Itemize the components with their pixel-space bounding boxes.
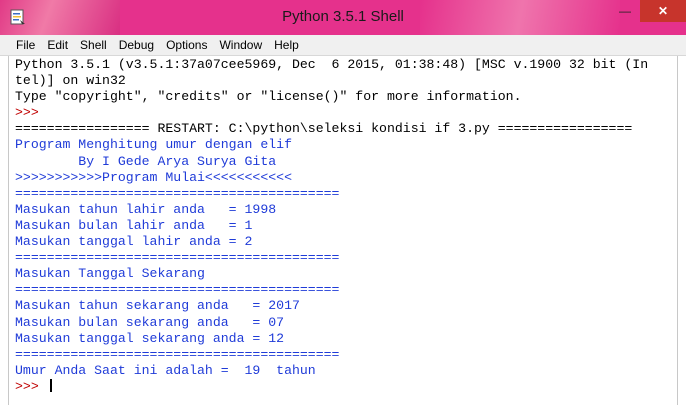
shell-line-text: Masukan Tanggal Sekarang [15, 266, 205, 282]
shell-line-text: Masukan bulan lahir anda = 1 [15, 217, 253, 233]
shell-line: >>>>>>>>>>>Program Mulai<<<<<<<<<<< [15, 170, 648, 186]
shell-line-text: Masukan tahun lahir anda = 1998 [15, 201, 277, 217]
shell-line-text: Masukan tanggal lahir anda = 2 [15, 234, 253, 250]
menu-edit[interactable]: Edit [41, 35, 74, 55]
shell-line: Masukan bulan lahir anda = 1 [15, 218, 648, 234]
shell-line-text: Umur Anda Saat ini adalah = 19 tahun [15, 362, 316, 378]
shell-line: By I Gede Arya Surya Gita [15, 154, 648, 170]
shell-line: Masukan tahun sekarang anda = 2017 [15, 298, 648, 314]
shell-line: Masukan tanggal sekarang anda = 12 [15, 331, 648, 347]
shell-line-text: Type "copyright", "credits" or "license(… [15, 89, 522, 105]
window-controls: — ✕ [610, 0, 686, 22]
shell-line-text: tel)] on win32 [15, 73, 126, 89]
shell-line-text: Masukan tanggal sekarang anda = 12 [15, 330, 285, 346]
close-button[interactable]: ✕ [640, 0, 686, 22]
shell-line: >>> [15, 105, 648, 121]
shell-line: Type "copyright", "credits" or "license(… [15, 89, 648, 105]
shell-output-area[interactable]: Python 3.5.1 (v3.5.1:37a07cee5969, Dec 6… [8, 56, 678, 405]
window-title: Python 3.5.1 Shell [282, 8, 404, 25]
shell-line: Masukan tahun lahir anda = 1998 [15, 202, 648, 218]
shell-line-text: Masukan bulan sekarang anda = 07 [15, 314, 285, 330]
shell-line: Program Menghitung umur dengan elif [15, 137, 648, 153]
shell-line: Masukan tanggal lahir anda = 2 [15, 234, 648, 250]
shell-line: Umur Anda Saat ini adalah = 19 tahun [15, 363, 648, 379]
shell-line: Masukan Tanggal Sekarang [15, 266, 648, 282]
shell-line-text: By I Gede Arya Surya Gita [15, 153, 277, 169]
menu-help[interactable]: Help [268, 35, 305, 55]
shell-line-text: >>> [15, 105, 47, 121]
shell-line-text: >>> [15, 378, 47, 394]
shell-line: ========================================… [15, 186, 648, 202]
minimize-button[interactable]: — [610, 0, 640, 22]
shell-line: Python 3.5.1 (v3.5.1:37a07cee5969, Dec 6… [15, 57, 648, 73]
shell-line: Masukan bulan sekarang anda = 07 [15, 315, 648, 331]
shell-line: ========================================… [15, 347, 648, 363]
shell-line-text: ========================================… [15, 346, 340, 362]
shell-lines: Python 3.5.1 (v3.5.1:37a07cee5969, Dec 6… [15, 57, 648, 395]
shell-line-text: ================= RESTART: C:\python\sel… [15, 121, 633, 137]
shell-line-text: >>>>>>>>>>>Program Mulai<<<<<<<<<<< [15, 169, 292, 185]
menu-window[interactable]: Window [213, 35, 268, 55]
shell-line-text: ========================================… [15, 282, 340, 298]
shell-prompt-line: >>> [15, 378, 648, 395]
shell-line-text: ========================================… [15, 185, 340, 201]
shell-line: ========================================… [15, 282, 648, 298]
shell-line-text: Python 3.5.1 (v3.5.1:37a07cee5969, Dec 6… [15, 57, 649, 72]
text-cursor [49, 378, 52, 392]
shell-line-text: Masukan tahun sekarang anda = 2017 [15, 298, 300, 314]
menu-options[interactable]: Options [160, 35, 213, 55]
menu-bar: File Edit Shell Debug Options Window Hel… [0, 35, 686, 56]
shell-line-text: ========================================… [15, 250, 340, 266]
shell-line: ================= RESTART: C:\python\sel… [15, 121, 648, 137]
menu-file[interactable]: File [0, 35, 41, 55]
shell-line: ========================================… [15, 250, 648, 266]
menu-shell[interactable]: Shell [74, 35, 113, 55]
menu-debug[interactable]: Debug [113, 35, 160, 55]
shell-line-text: Program Menghitung umur dengan elif [15, 137, 292, 153]
title-bar: Python 3.5.1 Shell — ✕ [0, 0, 686, 35]
shell-line: tel)] on win32 [15, 73, 648, 89]
